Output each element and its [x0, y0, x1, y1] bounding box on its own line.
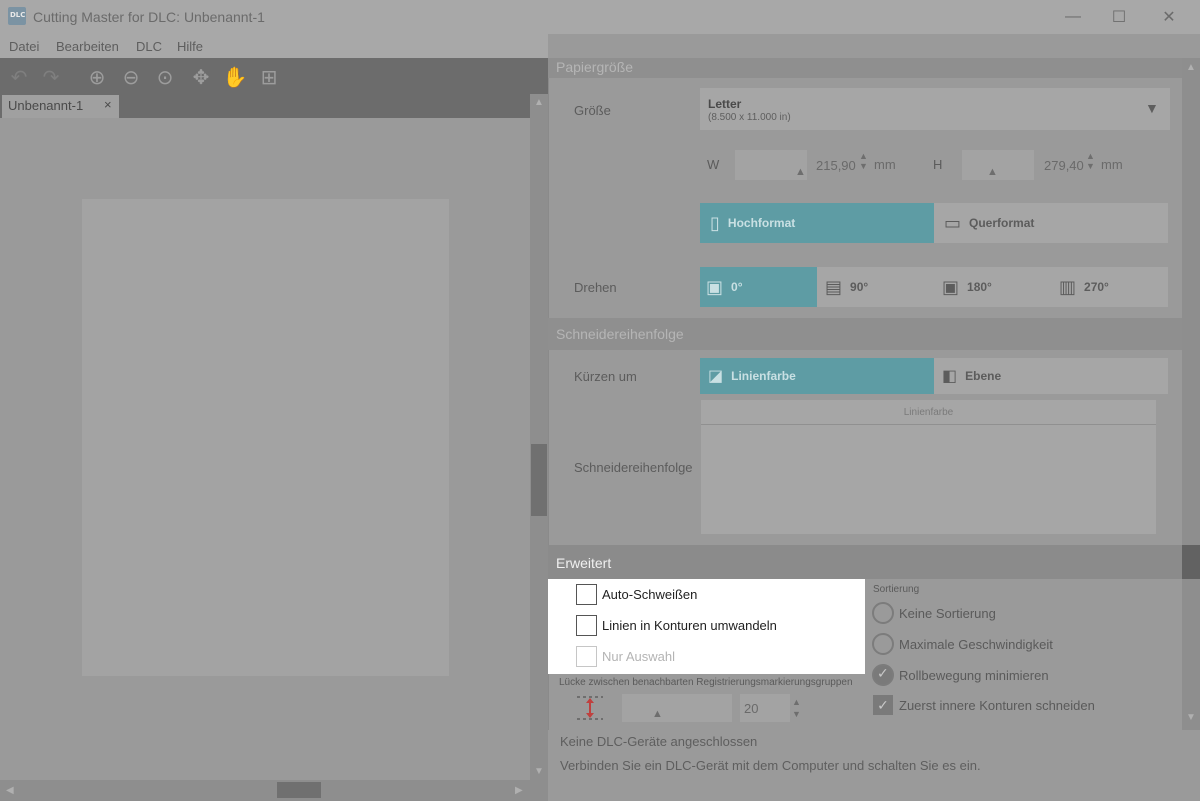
selection-only-label: Nur Auswahl: [602, 649, 675, 664]
registration-gap-slider[interactable]: [622, 694, 732, 722]
rotate-270-button[interactable]: ▥ 270°: [1051, 267, 1168, 307]
move-icon[interactable]: ✥: [188, 64, 214, 90]
redo-icon[interactable]: ↷: [38, 64, 64, 90]
maximize-button[interactable]: ☐: [1096, 0, 1142, 34]
menu-bearbeiten[interactable]: Bearbeiten: [56, 39, 119, 54]
undo-icon[interactable]: ↶: [6, 64, 32, 90]
window-title: Cutting Master for DLC: Unbenannt-1: [33, 9, 265, 25]
registration-gap-value[interactable]: 20: [740, 694, 790, 722]
rotate-90-button[interactable]: ▤ 90°: [817, 267, 934, 307]
slider-handle-icon[interactable]: ▲: [795, 166, 806, 178]
max-speed-label: Maximale Geschwindigkeit: [899, 637, 1053, 652]
close-button[interactable]: ✕: [1146, 0, 1192, 34]
rotate-180-icon: ▣: [942, 276, 960, 297]
canvas-vertical-scroll-thumb[interactable]: [531, 444, 547, 516]
radio-no-sorting[interactable]: [872, 602, 894, 624]
app-logo-icon: DLC: [8, 7, 26, 25]
height-spinner-icon[interactable]: ▲ ▼: [1086, 151, 1095, 171]
sort-by-label: Kürzen um: [574, 369, 637, 384]
panel-scroll-thumb[interactable]: [1182, 545, 1200, 579]
menu-hilfe[interactable]: Hilfe: [177, 39, 203, 54]
width-label: W: [707, 157, 720, 172]
landscape-page-icon: ▭: [944, 212, 962, 233]
selection-only-checkbox[interactable]: [576, 646, 597, 667]
panel-scroll-up-icon[interactable]: ▲: [1186, 62, 1196, 73]
radio-minimize-roll[interactable]: [872, 664, 894, 686]
canvas-horizontal-scrollbar[interactable]: [0, 780, 548, 801]
tab-document-label: Unbenannt-1: [8, 98, 84, 113]
gap-spinner-icon[interactable]: ▲ ▼: [792, 696, 801, 720]
panel-scroll-down-icon[interactable]: ▼: [1186, 712, 1196, 723]
scroll-down-arrow-icon[interactable]: ▼: [534, 766, 544, 777]
auto-weld-label: Auto-Schweißen: [602, 587, 698, 602]
width-unit: mm: [874, 157, 896, 172]
status-no-devices: Keine DLC-Geräte angeschlossen: [560, 734, 758, 749]
height-slider[interactable]: [962, 150, 1034, 180]
cut-order-column-header: Linienfarbe: [701, 400, 1156, 425]
registration-gap-label: Lücke zwischen benachbarten Registrierun…: [559, 677, 853, 688]
paper-size-dims: (8.500 x 11.000 in): [708, 112, 791, 123]
scroll-left-arrow-icon[interactable]: ◀: [6, 785, 14, 796]
lines-to-contours-checkbox[interactable]: [576, 615, 597, 636]
rotate-0-icon: ▣: [706, 276, 724, 297]
slider-handle-icon[interactable]: ▲: [652, 708, 663, 720]
landscape-button[interactable]: ▭ Querformat: [934, 203, 1168, 243]
inner-contours-first-checkbox[interactable]: ✓: [873, 695, 893, 715]
inner-contours-first-label: Zuerst innere Konturen schneiden: [899, 698, 1095, 713]
gap-spacing-icon: [577, 696, 603, 720]
line-color-icon: ◪: [708, 368, 724, 385]
height-unit: mm: [1101, 157, 1123, 172]
tab-document[interactable]: Unbenannt-1: [2, 95, 119, 118]
status-connect-hint: Verbinden Sie ein DLC-Gerät mit dem Comp…: [560, 758, 981, 773]
paper-size-name: Letter: [708, 97, 742, 111]
height-label: H: [933, 157, 943, 172]
paper-size-dropdown[interactable]: [700, 88, 1170, 130]
rotate-label: Drehen: [574, 280, 617, 295]
section-paper-size: Papiergröße: [548, 58, 1182, 78]
by-layer-button[interactable]: ◧ Ebene: [934, 358, 1168, 394]
add-frame-icon[interactable]: ⊞: [256, 64, 282, 90]
size-label: Größe: [574, 103, 611, 118]
layer-icon: ◧: [942, 368, 958, 385]
height-value[interactable]: 279,40: [1044, 158, 1084, 173]
scroll-up-arrow-icon[interactable]: ▲: [534, 97, 544, 108]
panel-scrollbar[interactable]: [1182, 58, 1200, 730]
zoom-fit-icon[interactable]: ⊙: [152, 64, 178, 90]
no-sorting-label: Keine Sortierung: [899, 606, 996, 621]
width-value[interactable]: 215,90: [816, 158, 856, 173]
zoom-in-icon[interactable]: ⊕: [84, 64, 110, 90]
chevron-down-icon: ▼: [1145, 100, 1159, 116]
cut-order-label: Schneidereihenfolge: [574, 460, 693, 475]
rotate-0-button[interactable]: ▣ 0°: [700, 267, 817, 307]
minimize-roll-label: Rollbewegung minimieren: [899, 668, 1049, 683]
canvas-horizontal-scroll-thumb[interactable]: [277, 782, 321, 798]
section-advanced: Erweitert: [548, 545, 1182, 579]
tab-close-icon[interactable]: ×: [104, 97, 112, 112]
sorting-title: Sortierung: [873, 584, 920, 595]
rotate-270-icon: ▥: [1059, 276, 1077, 297]
portrait-button[interactable]: ▯ Hochformat: [700, 203, 934, 243]
rotate-180-button[interactable]: ▣ 180°: [934, 267, 1051, 307]
canvas-vertical-scrollbar[interactable]: [530, 94, 548, 780]
slider-handle-icon[interactable]: ▲: [987, 166, 998, 178]
pan-hand-icon[interactable]: ✋: [222, 64, 248, 90]
auto-weld-checkbox[interactable]: [576, 584, 597, 605]
minimize-button[interactable]: —: [1050, 0, 1096, 34]
lines-to-contours-label: Linien in Konturen umwandeln: [602, 618, 777, 633]
section-cut-order: Schneidereihenfolge: [548, 318, 1182, 350]
portrait-page-icon: ▯: [710, 212, 720, 233]
zoom-out-icon[interactable]: ⊖: [118, 64, 144, 90]
rotate-90-icon: ▤: [825, 276, 843, 297]
width-spinner-icon[interactable]: ▲ ▼: [859, 151, 868, 171]
menu-dlc[interactable]: DLC: [136, 39, 162, 54]
by-line-color-button[interactable]: ◪ Linienfarbe: [700, 358, 934, 394]
menu-datei[interactable]: Datei: [9, 39, 39, 54]
scroll-right-arrow-icon[interactable]: ▶: [515, 785, 523, 796]
paper-sheet: [82, 199, 449, 676]
radio-max-speed[interactable]: [872, 633, 894, 655]
